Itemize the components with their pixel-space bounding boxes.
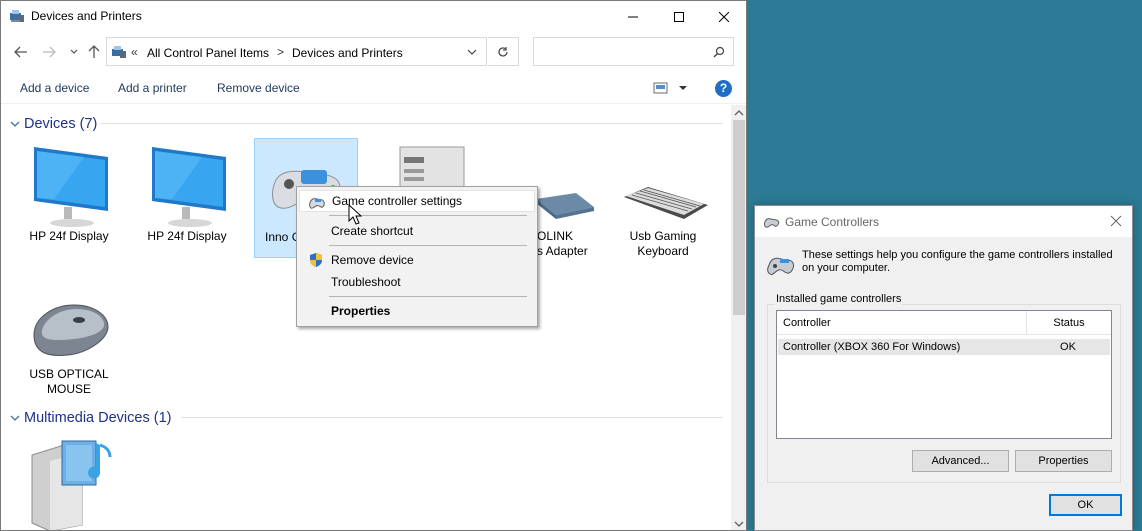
monitor-icon — [152, 147, 226, 227]
command-bar: Add a device Add a printer Remove device… — [1, 71, 746, 104]
remove-device-button[interactable]: Remove device — [217, 81, 300, 95]
group-title-multimedia: Multimedia Devices (1) — [24, 410, 172, 426]
add-printer-button[interactable]: Add a printer — [118, 81, 187, 95]
dialog-title-bar[interactable]: Game Controllers — [755, 206, 1132, 237]
context-menu: Game controller settings Create shortcut… — [296, 186, 538, 327]
recent-locations-button[interactable] — [65, 44, 83, 60]
controllers-list[interactable]: Controller Status Controller (XBOX 360 F… — [776, 310, 1112, 439]
menu-separator — [329, 245, 527, 246]
ok-button[interactable]: OK — [1049, 494, 1122, 516]
mouse-cursor-icon — [348, 204, 362, 225]
properties-button[interactable]: Properties — [1015, 450, 1112, 472]
controller-status: OK — [1060, 341, 1076, 353]
breadcrumb-all-control-panel-items[interactable]: All Control Panel Items — [147, 46, 269, 60]
menu-item-game-controller-settings[interactable]: Game controller settings — [299, 190, 535, 212]
change-view-icon[interactable] — [652, 81, 692, 95]
refresh-icon — [498, 46, 508, 57]
menu-item-troubleshoot[interactable]: Troubleshoot — [299, 271, 535, 293]
back-button[interactable] — [12, 44, 30, 60]
devices-printers-app-icon — [10, 10, 24, 22]
device-label: USB OPTICAL MOUSE — [29, 367, 109, 396]
group-header-multimedia[interactable]: Multimedia Devices (1) — [9, 408, 723, 428]
controller-name: Controller (XBOX 360 For Windows) — [783, 341, 961, 353]
menu-item-create-shortcut[interactable]: Create shortcut — [299, 220, 535, 242]
device-label: HP 24f Display — [29, 229, 109, 243]
gamepad-icon — [764, 218, 780, 228]
up-button[interactable] — [85, 44, 103, 60]
arrow-left-icon — [14, 46, 27, 58]
device-item-hp-display-2[interactable]: HP 24f Display — [135, 141, 239, 244]
dialog-title: Game Controllers — [785, 215, 880, 229]
media-server-icon — [31, 440, 112, 530]
gamepad-icon — [309, 198, 325, 209]
forward-button[interactable] — [40, 44, 58, 60]
monitor-icon — [34, 147, 108, 227]
menu-item-label: Remove device — [331, 253, 414, 267]
close-icon[interactable] — [1110, 215, 1122, 227]
device-item-usb-optical-mouse[interactable]: USB OPTICAL MOUSE — [17, 275, 121, 397]
add-device-button[interactable]: Add a device — [20, 81, 89, 95]
control-panel-icon — [112, 46, 126, 58]
menu-item-label: Properties — [331, 304, 391, 318]
arrow-up-icon — [88, 45, 100, 58]
device-item-usb-gaming-keyboard[interactable]: Usb Gaming Keyboard — [611, 141, 715, 259]
search-input[interactable] — [533, 37, 734, 66]
group-divider — [101, 123, 723, 124]
maximize-button[interactable] — [656, 1, 702, 32]
close-button[interactable] — [701, 1, 746, 32]
group-header-devices[interactable]: Devices (7) — [9, 114, 723, 134]
advanced-button[interactable]: Advanced... — [912, 450, 1009, 472]
game-controllers-dialog: Game Controllers These settings help you… — [754, 205, 1133, 531]
chevron-down-icon — [10, 121, 20, 127]
device-item-multimedia[interactable] — [17, 435, 121, 530]
help-button[interactable]: ? — [715, 80, 732, 97]
column-header-status[interactable]: Status — [1027, 311, 1111, 335]
address-dropdown-icon[interactable] — [465, 45, 479, 59]
menu-item-label: Create shortcut — [331, 224, 414, 238]
dialog-description: These settings help you configure the ga… — [802, 249, 1113, 274]
address-box[interactable]: « All Control Panel Items > Devices and … — [106, 37, 487, 66]
group-divider — [181, 417, 723, 418]
title-bar[interactable]: Devices and Printers — [1, 1, 746, 32]
chevron-down-icon — [10, 415, 20, 421]
scroll-down-icon[interactable] — [734, 519, 744, 529]
column-header-controller[interactable]: Controller — [777, 311, 1027, 335]
search-icon — [713, 46, 725, 58]
group-title-devices: Devices (7) — [24, 116, 98, 132]
table-row[interactable]: Controller (XBOX 360 For Windows) OK — [778, 339, 1110, 355]
device-item-hp-display-1[interactable]: HP 24f Display — [17, 141, 121, 244]
chevron-down-icon — [70, 49, 78, 54]
close-icon — [719, 11, 729, 22]
mouse-icon — [33, 304, 109, 356]
group-label: Installed game controllers — [775, 293, 903, 305]
minimize-icon — [628, 16, 638, 17]
arrow-right-icon — [43, 46, 56, 58]
keyboard-icon — [624, 187, 708, 219]
address-bar-row: « All Control Panel Items > Devices and … — [1, 35, 746, 69]
breadcrumb-separator[interactable]: > — [277, 45, 284, 59]
scroll-up-icon[interactable] — [734, 108, 744, 118]
maximize-icon — [674, 11, 684, 22]
menu-separator — [329, 296, 527, 297]
scrollbar-thumb[interactable] — [733, 120, 745, 315]
menu-item-label: Troubleshoot — [331, 275, 401, 289]
device-label: HP 24f Display — [147, 229, 227, 243]
vertical-scrollbar[interactable] — [731, 105, 746, 530]
breadcrumb-devices-and-printers[interactable]: Devices and Printers — [292, 46, 403, 60]
menu-item-properties[interactable]: Properties — [299, 300, 535, 322]
refresh-button[interactable] — [488, 37, 519, 66]
window-title: Devices and Printers — [31, 9, 142, 23]
menu-item-remove-device[interactable]: Remove device — [299, 249, 535, 271]
breadcrumb-overflow[interactable]: « — [131, 45, 138, 59]
device-label: Usb Gaming Keyboard — [629, 229, 697, 258]
minimize-button[interactable] — [610, 1, 656, 32]
uac-shield-icon — [310, 253, 322, 267]
gamepad-icon — [767, 257, 794, 275]
